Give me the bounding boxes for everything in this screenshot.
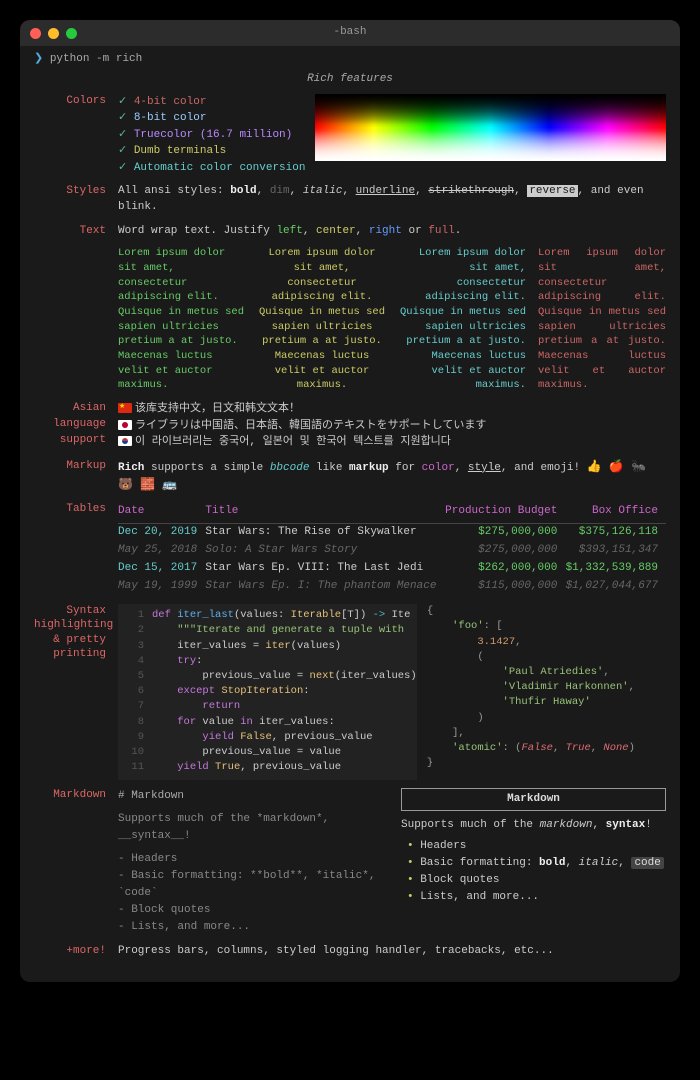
code-pane: 1def iter_last(values: Iterable[T]) -> I… <box>118 604 417 779</box>
prompt-line: ❯ python -m rich <box>34 52 666 68</box>
table-row: Dec 20, 2019Star Wars: The Rise of Skywa… <box>118 524 666 542</box>
col-budget: Production Budget <box>445 502 565 523</box>
section-label: Text <box>34 224 118 393</box>
section-colors: Colors ✓ 4-bit color ✓ 8-bit color ✓ Tru… <box>34 94 666 177</box>
terminal-body: ❯ python -m rich Rich features Colors ✓ … <box>20 46 680 982</box>
list-item: Headers <box>407 838 666 855</box>
color-spectrum <box>315 94 666 161</box>
section-syntax: Syntax highlighting & pretty printing 1d… <box>34 604 666 779</box>
list-item: Basic formatting: bold, italic, code <box>407 855 666 872</box>
flag-jp-icon <box>118 420 132 430</box>
section-markup: Markup Rich supports a simple bbcode lik… <box>34 459 666 495</box>
section-text: Text Word wrap text. Justify left, cente… <box>34 224 666 393</box>
titlebar: -bash <box>20 20 680 46</box>
section-label: Markdown <box>34 788 118 936</box>
section-label: Styles <box>34 184 118 216</box>
section-styles: Styles All ansi styles: bold, dim, itali… <box>34 184 666 216</box>
section-tables: Tables Date Title Production Budget Box … <box>34 502 666 596</box>
styles-demo: All ansi styles: bold, dim, italic, unde… <box>118 184 666 216</box>
color-features-list: ✓ 4-bit color ✓ 8-bit color ✓ Truecolor … <box>118 94 305 177</box>
more-text: Progress bars, columns, styled logging h… <box>118 944 666 960</box>
window-title: -bash <box>20 25 680 41</box>
page-title: Rich features <box>34 72 666 88</box>
col-box: Box Office <box>565 502 666 523</box>
flag-kr-icon <box>118 436 132 446</box>
section-label: Markup <box>34 459 118 495</box>
prompt-command: python -m rich <box>50 53 142 65</box>
lorem-right: Lorem ipsum dolor sit amet, consectetur … <box>398 246 526 393</box>
list-item: Lists, and more... <box>407 889 666 906</box>
lorem-full: Lorem ipsum dolor sit amet, consectetur … <box>538 246 666 393</box>
flag-cn-icon <box>118 403 132 413</box>
markdown-rendered: Markdown Supports much of the markdown, … <box>401 788 666 936</box>
movies-table: Date Title Production Budget Box Office … <box>118 502 666 596</box>
section-label: Colors <box>34 94 118 177</box>
table-row: May 19, 1999Star Wars Ep. I: The phantom… <box>118 578 666 596</box>
terminal-window: -bash ❯ python -m rich Rich features Col… <box>20 20 680 982</box>
section-label: Tables <box>34 502 118 596</box>
section-label: Asian language support <box>34 401 118 451</box>
table-row: Dec 15, 2017Star Wars Ep. VIII: The Last… <box>118 560 666 578</box>
section-more: +more! Progress bars, columns, styled lo… <box>34 944 666 960</box>
section-asian: Asian language support 该库支持中文，日文和韩文文本！ ラ… <box>34 401 666 451</box>
section-label: +more! <box>34 944 118 960</box>
markdown-raw: # Markdown Supports much of the *markdow… <box>118 788 383 936</box>
data-pane: { 'foo': [ 3.1427, ( 'Paul Atriedies', '… <box>427 604 666 779</box>
section-label: Syntax highlighting & pretty printing <box>34 604 118 779</box>
justify-line: Word wrap text. Justify left, center, ri… <box>118 224 666 240</box>
table-row: May 25, 2018Solo: A Star Wars Story$275,… <box>118 542 666 560</box>
list-item: Block quotes <box>407 872 666 889</box>
prompt-caret: ❯ <box>34 53 43 65</box>
lorem-left: Lorem ipsum dolor sit amet, consectetur … <box>118 246 246 393</box>
lorem-center: Lorem ipsum dolor sit amet, consectetur … <box>258 246 386 393</box>
markdown-heading-box: Markdown <box>401 788 666 811</box>
lorem-grid: Lorem ipsum dolor sit amet, consectetur … <box>118 246 666 393</box>
col-date: Date <box>118 502 205 523</box>
markup-line: Rich supports a simple bbcode like marku… <box>118 459 666 495</box>
col-title: Title <box>205 502 445 523</box>
cjk-lines: 该库支持中文，日文和韩文文本！ ライブラリは中国語、日本語、韓国語のテキストをサ… <box>118 401 666 451</box>
section-markdown: Markdown # Markdown Supports much of the… <box>34 788 666 936</box>
